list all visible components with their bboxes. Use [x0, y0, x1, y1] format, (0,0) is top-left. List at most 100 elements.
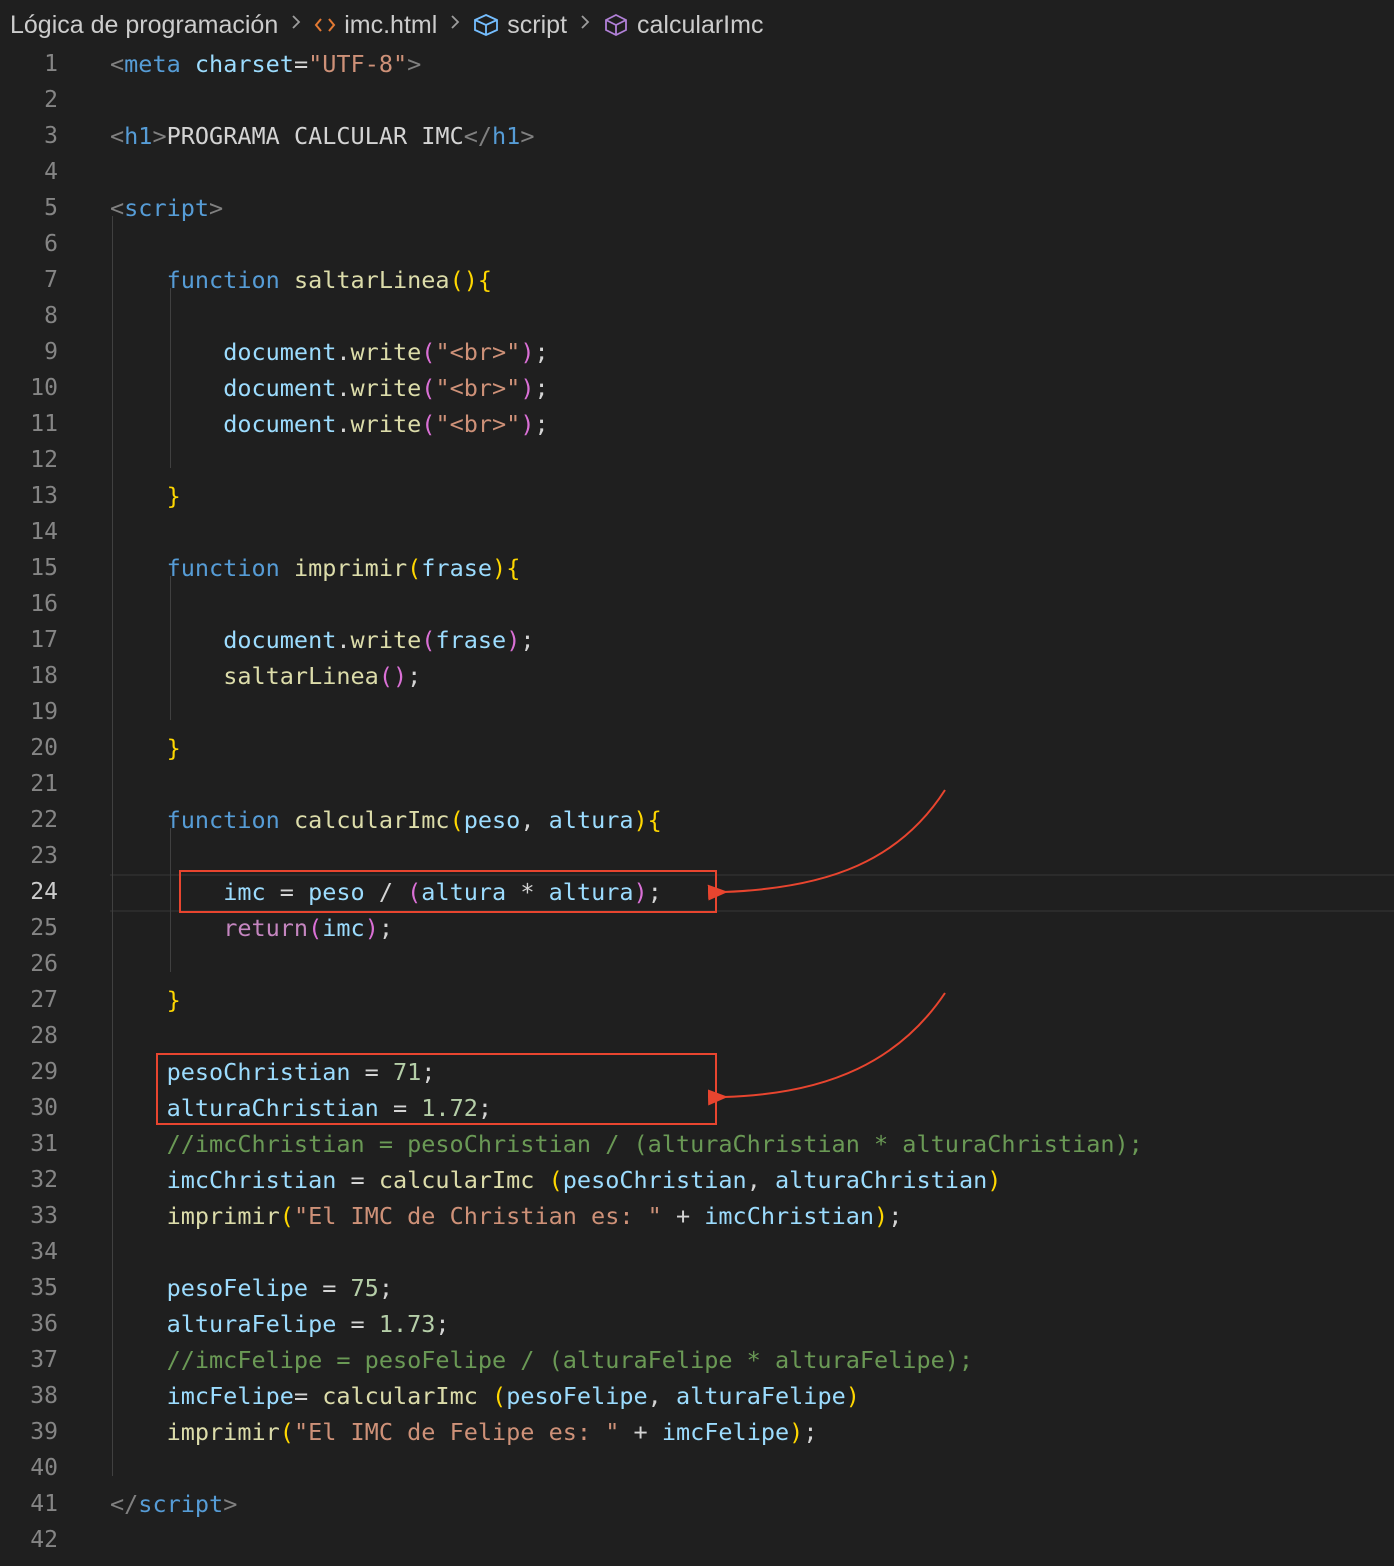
code-line[interactable]: 34	[0, 1234, 1394, 1270]
code-line[interactable]: 10 document.write("<br>");	[0, 370, 1394, 406]
code-text: document.write("<br>");	[110, 370, 548, 406]
code-token: =	[308, 1274, 351, 1302]
code-token: )	[364, 914, 379, 942]
code-line[interactable]: 32 imcChristian = calcularImc (pesoChris…	[0, 1162, 1394, 1198]
code-line[interactable]: 38 imcFelipe= calcularImc (pesoFelipe, a…	[0, 1378, 1394, 1414]
code-token: calcularImc	[293, 806, 450, 834]
code-token: "El IMC de Christian es: "	[293, 1202, 662, 1230]
code-line[interactable]: 28	[0, 1018, 1394, 1054]
code-line[interactable]: 24 imc = peso / (altura * altura);	[0, 874, 1394, 912]
code-editor[interactable]: 1 <meta charset="UTF-8"> 2 3 <h1>PROGRAMA CA…	[0, 46, 1394, 1558]
code-text: }	[110, 730, 181, 766]
code-token: altura	[421, 878, 507, 906]
code-text: alturaFelipe = 1.73;	[110, 1306, 450, 1342]
code-line[interactable]: 2	[0, 82, 1394, 118]
code-token: return	[223, 914, 309, 942]
code-line[interactable]: 18 saltarLinea();	[0, 658, 1394, 694]
breadcrumb-item[interactable]: script	[473, 11, 567, 40]
code-token: }	[166, 734, 181, 762]
code-token: ;	[520, 626, 535, 654]
code-line[interactable]: 41 </script>	[0, 1486, 1394, 1522]
code-token: peso	[463, 806, 521, 834]
code-token: .	[336, 338, 351, 366]
line-number: 10	[30, 375, 58, 401]
chevron-right-icon	[579, 11, 591, 39]
code-line[interactable]: 14	[0, 514, 1394, 550]
line-number: 6	[44, 231, 58, 257]
chevron-right-icon	[449, 11, 461, 39]
html-code-icon	[314, 15, 336, 35]
breadcrumb-item[interactable]: imc.html	[314, 11, 437, 40]
code-text: }	[110, 982, 181, 1018]
line-number: 42	[30, 1527, 58, 1553]
code-line[interactable]: 12	[0, 442, 1394, 478]
code-line[interactable]: 21	[0, 766, 1394, 802]
code-line[interactable]: 6	[0, 226, 1394, 262]
code-line[interactable]: 8	[0, 298, 1394, 334]
code-line[interactable]: 15 function imprimir(frase){	[0, 550, 1394, 586]
code-line[interactable]: 42	[0, 1522, 1394, 1558]
breadcrumb-item[interactable]: Lógica de programación	[10, 11, 278, 40]
code-line[interactable]: 27 }	[0, 982, 1394, 1018]
code-text: pesoFelipe = 75;	[110, 1270, 393, 1306]
code-line[interactable]: 19	[0, 694, 1394, 730]
code-line[interactable]: 26	[0, 946, 1394, 982]
code-token: {	[477, 266, 493, 294]
code-line[interactable]: 30 alturaChristian = 1.72;	[0, 1090, 1394, 1126]
line-number: 33	[30, 1203, 58, 1229]
code-line[interactable]: 25 return(imc);	[0, 910, 1394, 946]
breadcrumb-label: imc.html	[344, 10, 438, 39]
code-line[interactable]: 39 imprimir("El IMC de Felipe es: " + im…	[0, 1414, 1394, 1450]
code-line[interactable]: 7 function saltarLinea(){	[0, 262, 1394, 298]
code-token: ,	[647, 1382, 676, 1410]
code-line[interactable]: 9 document.write("<br>");	[0, 334, 1394, 370]
code-line[interactable]: 4	[0, 154, 1394, 190]
indent-guide	[170, 288, 171, 468]
code-line[interactable]: 31 //imcChristian = pesoChristian / (alt…	[0, 1126, 1394, 1162]
code-line[interactable]: 3 <h1>PROGRAMA CALCULAR IMC</h1>	[0, 118, 1394, 154]
code-line[interactable]: 40	[0, 1450, 1394, 1486]
code-token: ,	[746, 1166, 776, 1194]
code-line[interactable]: 29 pesoChristian = 71;	[0, 1054, 1394, 1090]
code-token: (	[308, 914, 323, 942]
code-token: write	[350, 374, 422, 402]
code-line[interactable]: 20 }	[0, 730, 1394, 766]
code-line[interactable]: 23	[0, 838, 1394, 874]
code-line[interactable]: 36 alturaFelipe = 1.73;	[0, 1306, 1394, 1342]
code-token: (	[421, 374, 436, 402]
code-line[interactable]: 33 imprimir("El IMC de Christian es: " +…	[0, 1198, 1394, 1234]
code-token: <	[110, 122, 125, 150]
line-number: 24	[30, 879, 58, 905]
code-token: imc	[322, 914, 365, 942]
line-number: 3	[44, 123, 58, 149]
breadcrumb: Lógica de programación imc.html script calc…	[0, 0, 1394, 50]
code-line[interactable]: 35 pesoFelipe = 75;	[0, 1270, 1394, 1306]
code-line[interactable]: 5 <script>	[0, 190, 1394, 226]
code-token: (	[407, 878, 422, 906]
code-token: saltarLinea	[223, 662, 379, 690]
code-line[interactable]: 37 //imcFelipe = pesoFelipe / (alturaFel…	[0, 1342, 1394, 1378]
code-token: write	[350, 626, 422, 654]
code-line[interactable]: 1 <meta charset="UTF-8">	[0, 46, 1394, 82]
code-token: (	[407, 554, 422, 582]
code-line[interactable]: 13 }	[0, 478, 1394, 514]
line-number: 12	[30, 447, 58, 473]
code-token: .	[336, 626, 351, 654]
code-line[interactable]: 16	[0, 586, 1394, 622]
breadcrumb-item[interactable]: calcularImc	[603, 11, 763, 40]
code-line[interactable]: 17 document.write(frase);	[0, 622, 1394, 658]
code-line[interactable]: 11 document.write("<br>");	[0, 406, 1394, 442]
line-number: 25	[30, 915, 58, 941]
code-line[interactable]: 22 function calcularImc(peso, altura){	[0, 802, 1394, 838]
code-token: write	[350, 410, 422, 438]
cube-icon	[473, 13, 499, 37]
code-token: >	[407, 50, 422, 78]
code-token: document	[223, 338, 337, 366]
code-token: >	[152, 122, 167, 150]
code-token: altura	[548, 878, 634, 906]
